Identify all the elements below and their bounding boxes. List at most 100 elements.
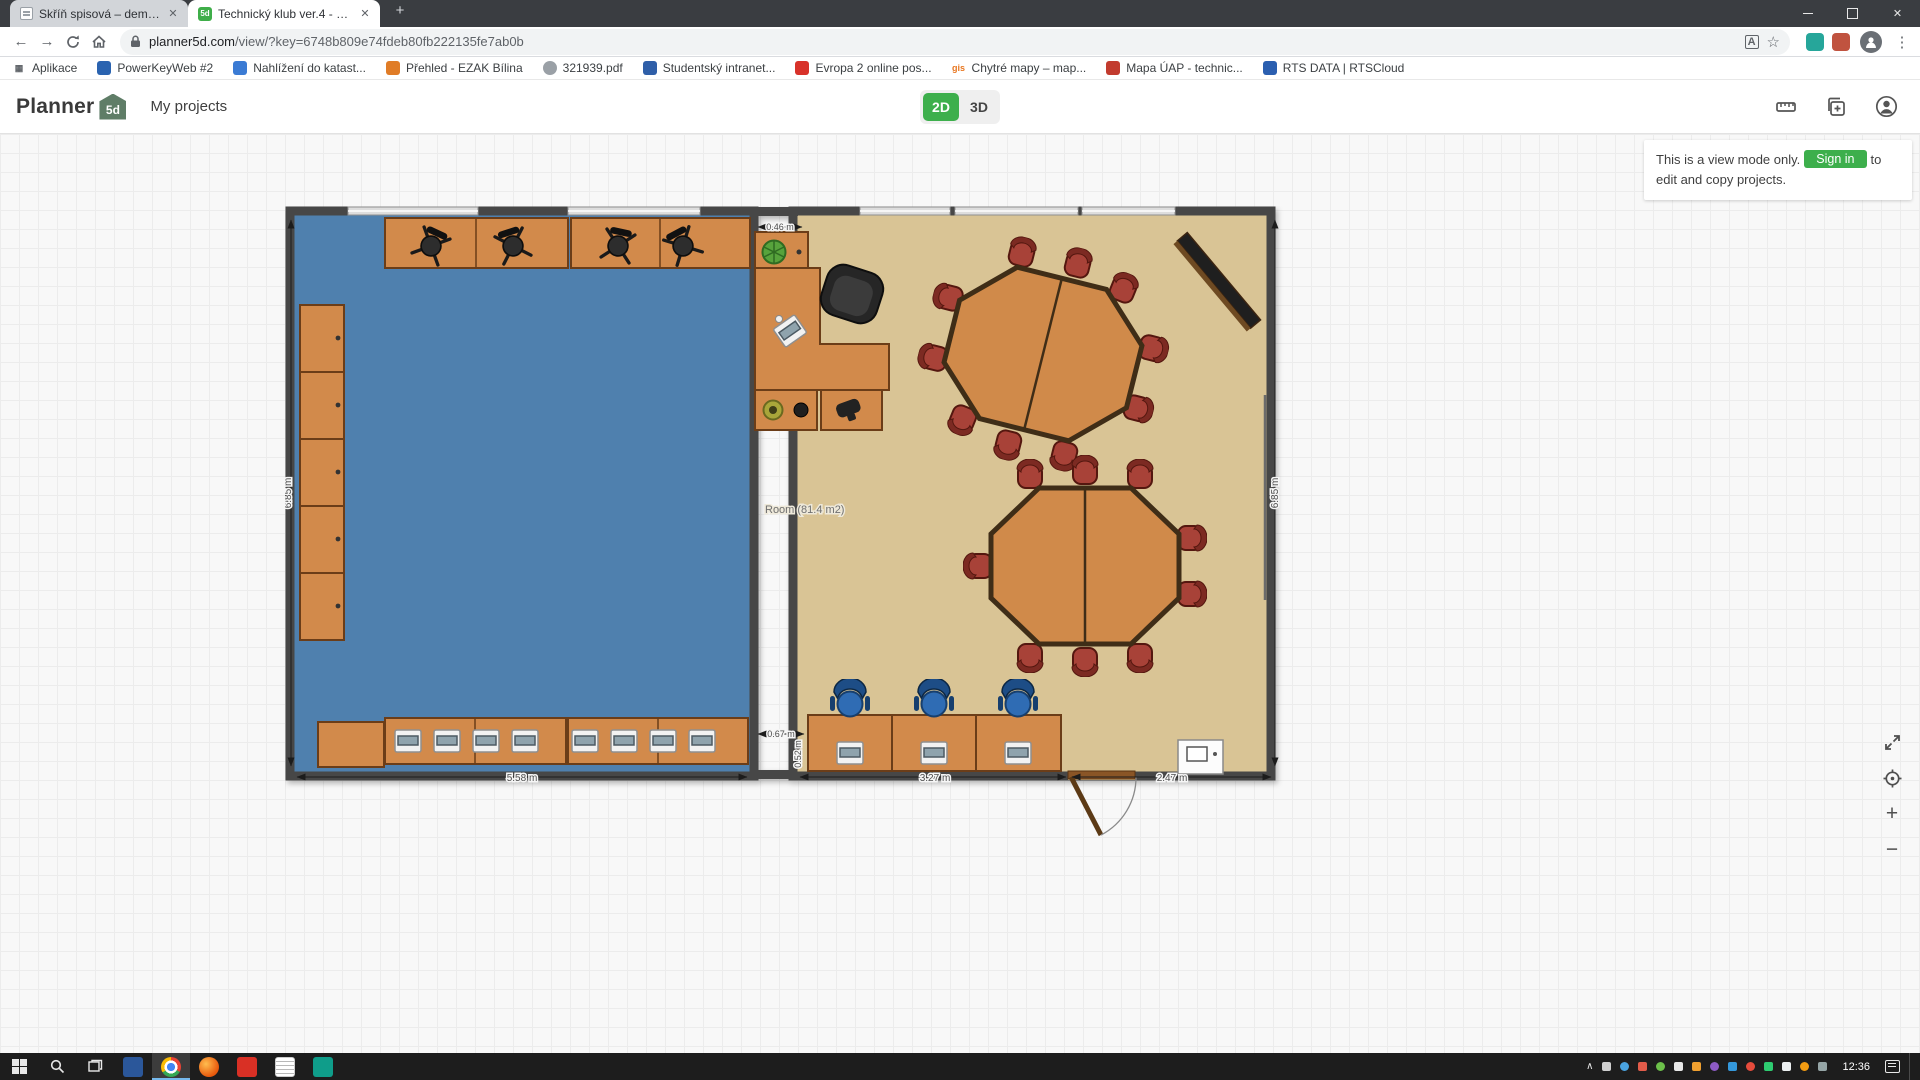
zoom-in-button[interactable]: +	[1880, 802, 1904, 826]
taskbar-app-mail[interactable]	[114, 1053, 152, 1080]
window-right-room[interactable]	[860, 207, 1175, 215]
tray-icon[interactable]	[1620, 1062, 1629, 1071]
bookmark-ezak[interactable]: Přehled - EZAK Bílina	[386, 61, 523, 75]
bookmark-powerkeyweb[interactable]: PowerKeyWeb #2	[97, 61, 213, 75]
reload-button[interactable]	[60, 29, 86, 55]
zoom-out-button[interactable]: −	[1880, 838, 1904, 862]
my-projects-link[interactable]: My projects	[150, 98, 227, 115]
tray-chevron-icon[interactable]: ∧	[1586, 1061, 1593, 1072]
floor-plan[interactable]: Room (81.4 m2) 5.58 m 3.27 m 2.47 m 6.85…	[285, 206, 1285, 866]
bookmark-pdf[interactable]: 321939.pdf	[543, 61, 623, 75]
url-path: /view/?key=6748b809e74fdeb80fb222135fe7a…	[235, 34, 524, 49]
taskbar-app-chrome[interactable]	[152, 1053, 190, 1080]
taskbar-app-red[interactable]	[228, 1053, 266, 1080]
bookmark-intranet[interactable]: Studentský intranet...	[643, 61, 776, 75]
tray-icon[interactable]	[1728, 1062, 1737, 1071]
bookmark-chytre-mapy[interactable]: gisChytré mapy – map...	[952, 61, 1087, 75]
bookmark-label: Nahlížení do katast...	[253, 61, 366, 75]
favicon-icon	[386, 61, 400, 75]
notice-text: This is a view mode only.	[1656, 152, 1800, 167]
action-center-icon[interactable]	[1885, 1060, 1900, 1073]
tray-icon[interactable]	[1782, 1062, 1791, 1071]
tab-title: Technický klub ver.4 - Planner 5D	[218, 7, 352, 21]
translate-icon[interactable]: A	[1745, 35, 1759, 49]
door[interactable]	[1068, 769, 1136, 835]
tab-active[interactable]: 5d Technický klub ver.4 - Planner 5D ✕	[188, 0, 380, 27]
view-mode-notice: This is a view mode only.Sign into edit …	[1644, 140, 1912, 200]
bookmark-evropa2[interactable]: Evropa 2 online pos...	[795, 61, 931, 75]
back-button[interactable]: ←	[8, 29, 34, 55]
taskbar-search-icon[interactable]	[38, 1053, 76, 1080]
2d-view-button[interactable]: 2D	[923, 93, 959, 121]
bookmark-label: 321939.pdf	[563, 61, 623, 75]
plant-cabinet[interactable]	[755, 232, 808, 272]
bookmark-mapa-uap[interactable]: Mapa ÚAP - technic...	[1106, 61, 1243, 75]
task-view-icon[interactable]	[76, 1053, 114, 1080]
forward-button[interactable]: →	[34, 29, 60, 55]
tray-icon[interactable]	[1818, 1062, 1827, 1071]
bookmark-label: Chytré mapy – map...	[972, 61, 1087, 75]
tray-icon[interactable]	[1602, 1062, 1611, 1071]
planner5d-logo[interactable]: Planner 5d	[16, 94, 126, 120]
wall-connector-top	[750, 207, 798, 216]
maximize-button[interactable]	[1830, 0, 1875, 27]
room-left-floor[interactable]	[290, 211, 754, 776]
tray-icon[interactable]	[1674, 1062, 1683, 1071]
window-controls: ✕	[1785, 0, 1920, 27]
favicon-icon	[1263, 61, 1277, 75]
tray-icon[interactable]	[1710, 1062, 1719, 1071]
sign-in-button[interactable]: Sign in	[1804, 150, 1866, 168]
bookmark-rts-data[interactable]: RTS DATA | RTSCloud	[1263, 61, 1405, 75]
taskbar-clock[interactable]: 12:36	[1836, 1061, 1876, 1073]
svg-text:2.47 m: 2.47 m	[1157, 773, 1188, 784]
printer-unit[interactable]	[1178, 740, 1223, 774]
show-desktop-button[interactable]	[1909, 1053, 1914, 1080]
taskbar-app-notepad[interactable]	[266, 1053, 304, 1080]
start-button[interactable]	[0, 1053, 38, 1080]
tab-inactive[interactable]: Skříň spisová – demontovaná, 19 ✕	[10, 0, 188, 27]
plan-canvas[interactable]: Room (81.4 m2) 5.58 m 3.27 m 2.47 m 6.85…	[0, 134, 1920, 1053]
close-button[interactable]: ✕	[1875, 0, 1920, 27]
copy-project-icon[interactable]	[1824, 95, 1848, 119]
new-tab-button[interactable]: +	[388, 0, 412, 24]
room-area-label: Room (81.4 m2)	[765, 504, 844, 516]
cabinet-column-left[interactable]	[300, 305, 344, 640]
extension-icon-1[interactable]	[1806, 33, 1824, 51]
tray-icon[interactable]	[1764, 1062, 1773, 1071]
bookmark-label: PowerKeyWeb #2	[117, 61, 213, 75]
planner5d-favicon-icon: 5d	[198, 7, 212, 21]
extension-icon-2[interactable]	[1832, 33, 1850, 51]
center-view-icon[interactable]	[1880, 766, 1904, 790]
tray-icon[interactable]	[1746, 1062, 1755, 1071]
planner5d-header: Planner 5d My projects 2D 3D	[0, 80, 1920, 134]
profile-avatar[interactable]	[1860, 31, 1882, 53]
svg-text:6.85 m: 6.85 m	[1270, 478, 1281, 509]
tray-icon[interactable]	[1692, 1062, 1701, 1071]
home-button[interactable]	[86, 29, 112, 55]
tray-icon[interactable]	[1800, 1062, 1809, 1071]
3d-view-button[interactable]: 3D	[961, 93, 997, 121]
fullscreen-icon[interactable]	[1880, 730, 1904, 754]
minimize-button[interactable]	[1785, 0, 1830, 27]
account-icon[interactable]	[1874, 95, 1898, 119]
browser-menu-icon[interactable]: ⋮	[1892, 33, 1912, 51]
tab-close-icon[interactable]: ✕	[358, 7, 372, 20]
taskbar-app-firefox[interactable]	[190, 1053, 228, 1080]
tray-icon[interactable]	[1638, 1062, 1647, 1071]
tray-icon[interactable]	[1656, 1062, 1665, 1071]
logo-5d-badge: 5d	[99, 94, 126, 120]
browser-titlebar: Skříň spisová – demontovaná, 19 ✕ 5d Tec…	[0, 0, 1920, 27]
bookmark-label: Přehled - EZAK Bílina	[406, 61, 523, 75]
tab-close-icon[interactable]: ✕	[166, 7, 180, 20]
bookmark-star-icon[interactable]: ☆	[1767, 33, 1780, 51]
bookmark-katastr[interactable]: Nahlížení do katast...	[233, 61, 366, 75]
address-bar[interactable]: planner5d.com/view/?key=6748b809e74fdeb8…	[120, 29, 1790, 55]
bookmark-aplikace[interactable]: ▦Aplikace	[12, 61, 77, 75]
taskbar-app-teal[interactable]	[304, 1053, 342, 1080]
measure-ruler-icon[interactable]	[1774, 95, 1798, 119]
desk-row-bottom[interactable]	[318, 718, 748, 767]
logo-text: Planner	[16, 95, 94, 119]
url-host: planner5d.com	[149, 34, 235, 49]
workstations-bottom[interactable]	[808, 678, 1061, 771]
svg-text:3.27 m: 3.27 m	[920, 773, 951, 784]
